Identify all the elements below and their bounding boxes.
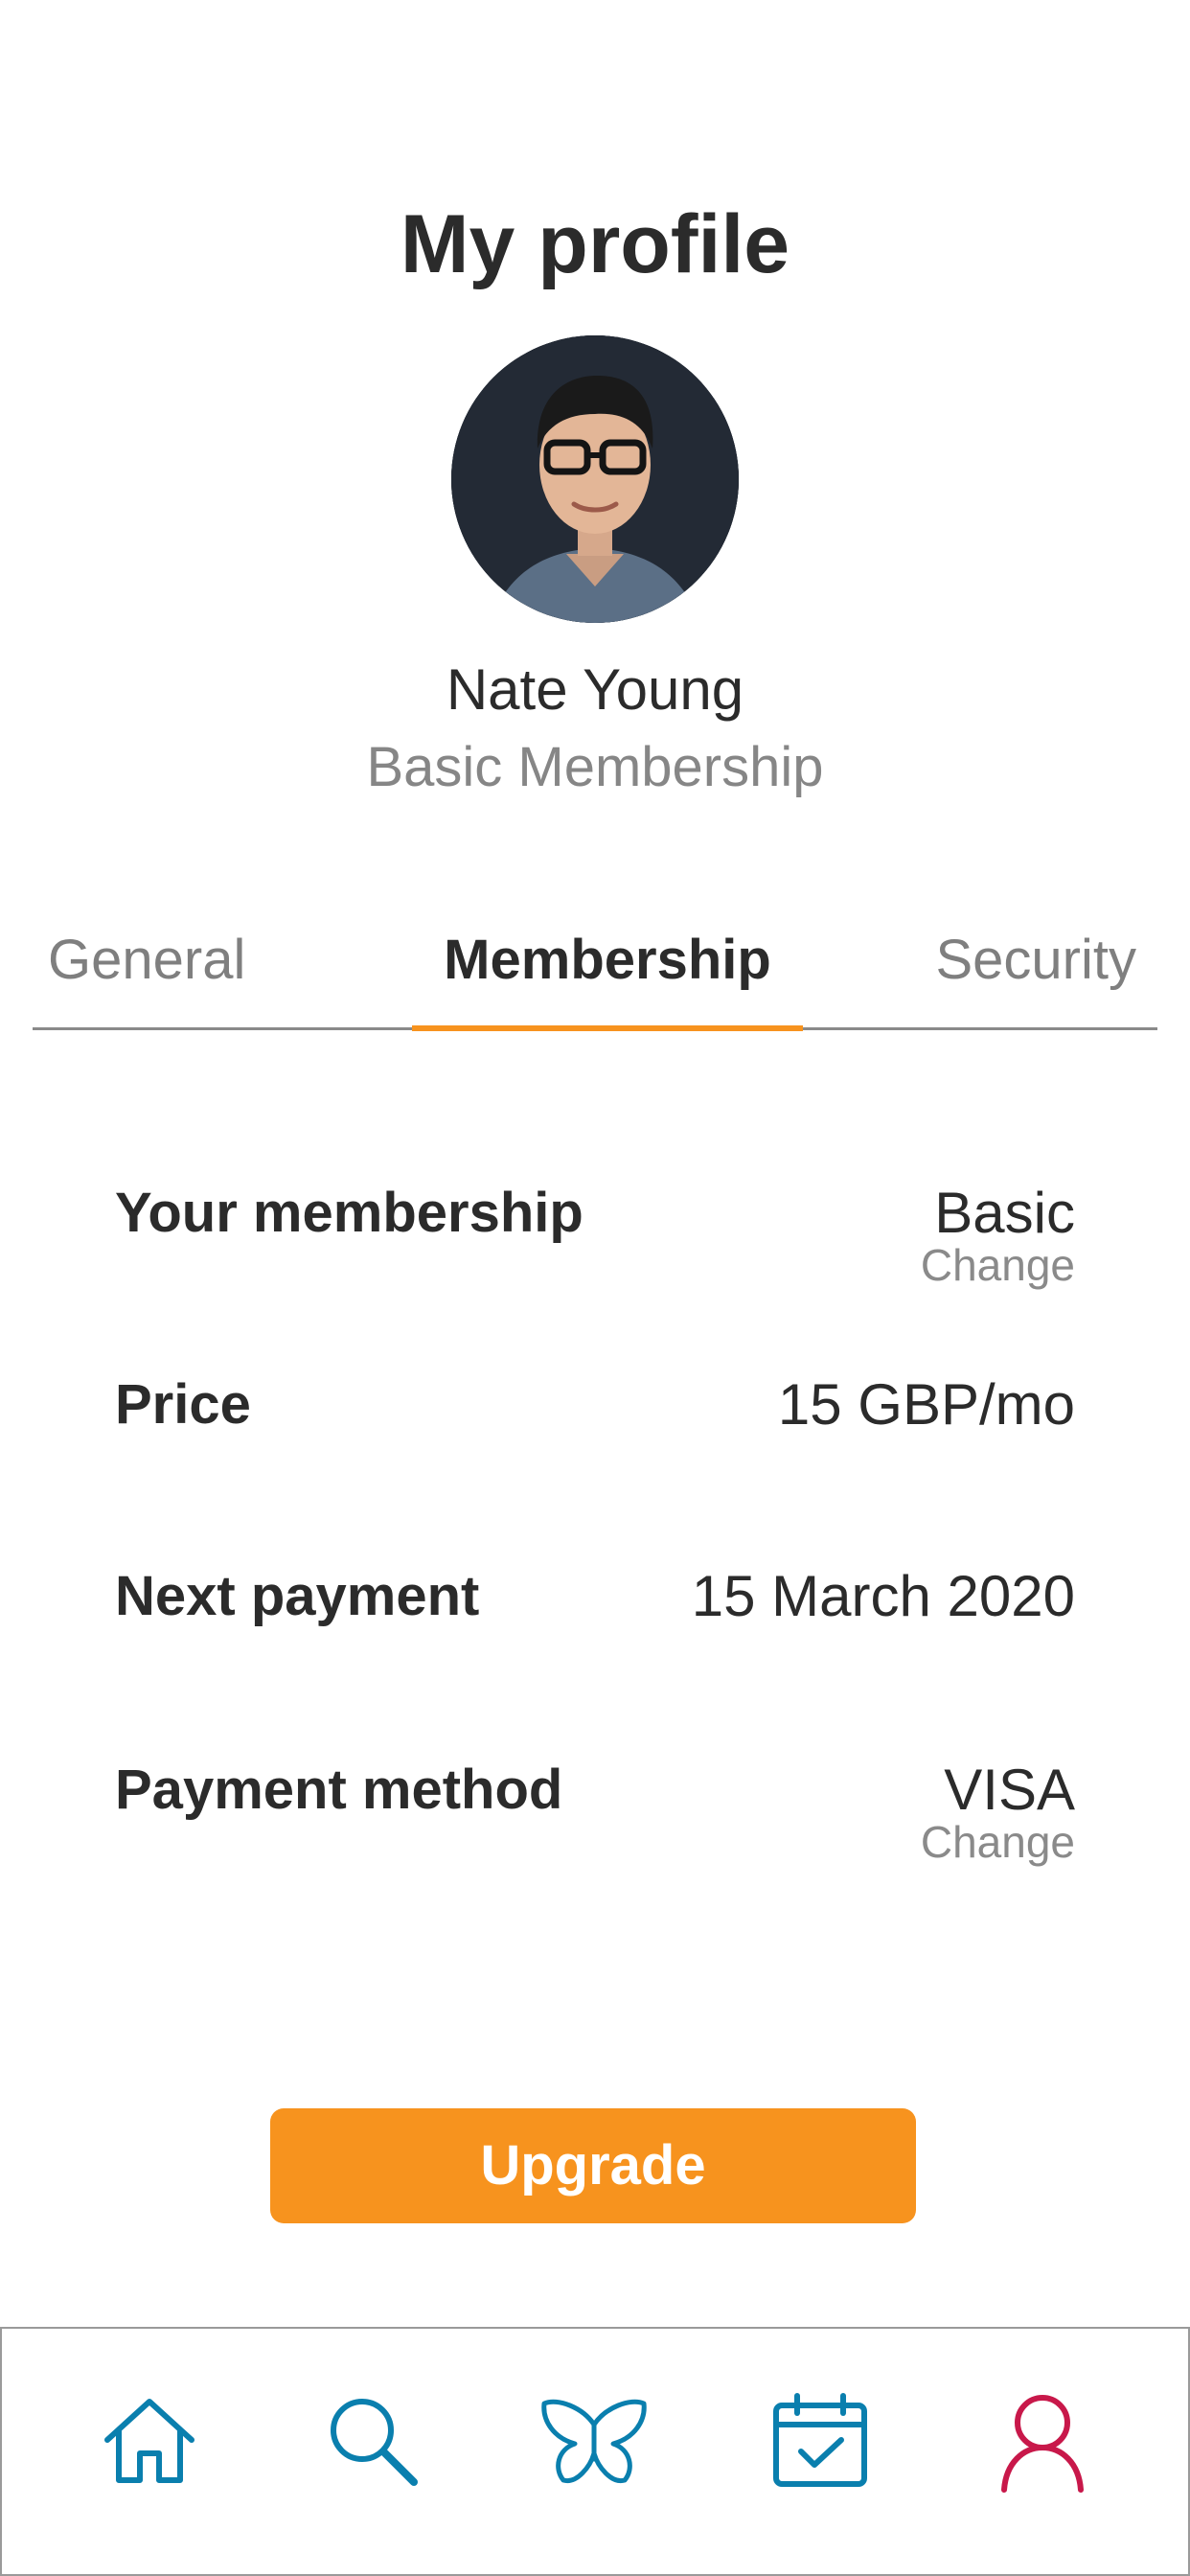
price-value: 15 GBP/mo: [777, 1372, 1075, 1437]
profile-tabs: General Membership Security: [33, 910, 1157, 1033]
membership-row: Your membership Basic Change: [115, 1175, 1075, 1309]
tab-general[interactable]: General: [48, 910, 245, 1033]
membership-subtitle: Basic Membership: [366, 736, 824, 798]
active-tab-indicator: [412, 1025, 803, 1031]
home-icon: [104, 2399, 195, 2483]
upgrade-button[interactable]: Upgrade: [270, 2108, 916, 2223]
nav-search[interactable]: [314, 2384, 429, 2499]
price-label: Price: [115, 1373, 251, 1436]
calendar-icon: [773, 2393, 867, 2487]
price-row: Price 15 GBP/mo: [115, 1367, 1075, 1453]
change-payment-method-link[interactable]: Change: [921, 1813, 1075, 1871]
membership-label: Your membership: [115, 1182, 584, 1244]
payment-method-row: Payment method VISA Change: [115, 1752, 1075, 1886]
next-payment-label: Next payment: [115, 1565, 480, 1627]
profile-icon: [1001, 2395, 1084, 2493]
tab-membership[interactable]: Membership: [425, 910, 790, 1033]
butterfly-icon: [541, 2399, 647, 2484]
nav-calendar[interactable]: [763, 2384, 878, 2499]
user-name: Nate Young: [446, 657, 744, 722]
avatar[interactable]: [451, 335, 739, 623]
nav-profile[interactable]: [985, 2384, 1100, 2499]
next-payment-value: 15 March 2020: [691, 1564, 1075, 1628]
nav-home[interactable]: [92, 2384, 207, 2499]
user-portrait-image: [451, 335, 739, 623]
change-membership-link[interactable]: Change: [921, 1236, 1075, 1294]
tab-security[interactable]: Security: [935, 910, 1136, 1033]
bottom-nav: [0, 2327, 1190, 2576]
payment-method-label: Payment method: [115, 1759, 563, 1821]
nav-butterfly[interactable]: [537, 2384, 652, 2499]
search-icon: [331, 2399, 418, 2486]
next-payment-row: Next payment 15 March 2020: [115, 1558, 1075, 1644]
page-title: My profile: [400, 198, 790, 290]
